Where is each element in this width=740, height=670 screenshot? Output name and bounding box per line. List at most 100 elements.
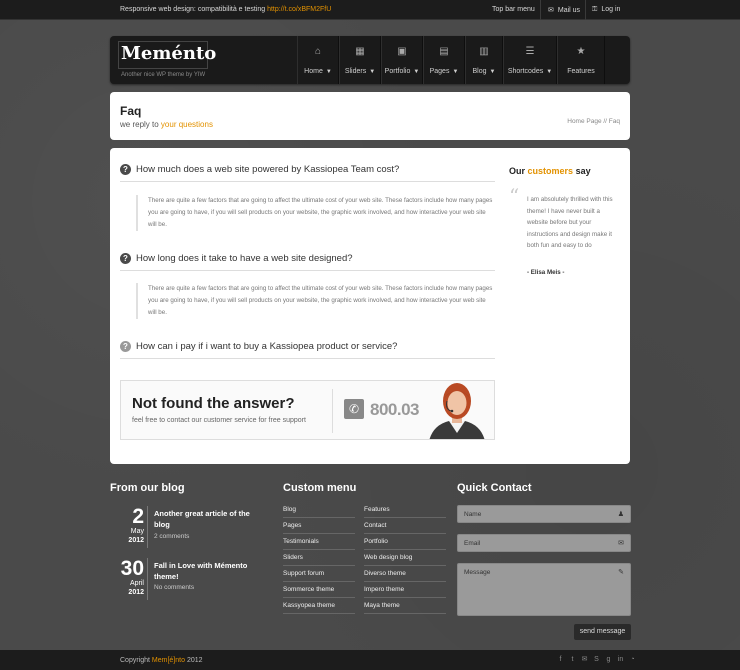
footer-menu-item[interactable]: Kassyopea theme [283,598,355,614]
support-banner-subtitle: feel free to contact our customer servic… [132,417,306,424]
home-icon: ⌂ [314,46,322,57]
nav-item-home[interactable]: ⌂ Home ▼ [297,36,339,84]
nav-item-pages[interactable]: ▤ Pages ▼ [423,36,465,84]
email-icon[interactable]: ✉ [580,655,589,664]
facebook-icon[interactable]: f [556,655,565,664]
tagline-link[interactable]: http://t.co/xBFM2FfU [267,6,331,13]
testimonial-title: Our customers say [509,166,624,176]
mail-us-link[interactable]: ✉ Mail us [548,6,580,14]
footer-quick-contact: Quick Contact Name ♟ Email ✉ Message ✎ s… [457,482,631,647]
login-label: Log in [601,6,621,13]
nav-item-label: Sliders ▼ [345,68,375,75]
breadcrumb[interactable]: Home Page // Faq [567,118,620,125]
nav-item-shortcodes[interactable]: ☰ Shortcodes ▼ [503,36,557,84]
blog-post[interactable]: 2 May 2012 Another great article of the … [110,506,260,550]
footer-menu-item[interactable]: Contact [364,518,446,534]
copyright-year: 2012 [186,657,203,664]
chevron-down-icon: ▼ [325,69,332,75]
site-header: Meménto Another nice WP theme by YIW ⌂ Ho… [110,36,630,84]
top-bar: Responsive web design: compatibilità e t… [0,0,740,20]
post-year: 2012 [128,537,144,544]
name-field[interactable]: Name ♟ [457,505,631,523]
star-icon: ★ [576,46,586,57]
google-plus-icon[interactable]: g [604,655,613,664]
chevron-down-icon: ▼ [413,69,420,75]
footer-blog: From our blog 2 May 2012 Another great a… [110,482,270,612]
phone-icon: ✆ [344,399,364,419]
nav-item-label: Shortcodes ▼ [508,68,552,75]
post-month: April [129,580,144,587]
faq-question-text: How long does it take to have a web site… [136,253,353,264]
post-divider [147,558,148,600]
user-icon: ♟ [617,511,624,518]
chevron-down-icon: ▼ [452,69,459,75]
linkedin-icon[interactable]: in [616,655,625,664]
blog-post[interactable]: 30 April 2012 Fall in Love with Mémento … [110,558,260,602]
nav-item-blog[interactable]: ▥ Blog ▼ [465,36,503,84]
top-bar-menu[interactable]: Top bar menu [492,6,535,13]
copyright-brand[interactable]: Mem[é]nto [152,657,185,664]
support-agent-image [419,381,494,439]
nav-item-portfolio[interactable]: ▣ Portfolio ▼ [381,36,423,84]
email-field[interactable]: Email ✉ [457,534,631,552]
footer-menu-item[interactable]: Maya theme [364,598,446,614]
support-banner[interactable]: Not found the answer? feel free to conta… [120,380,495,440]
topbar-divider [585,0,586,20]
faq-question-text: How much does a web site powered by Kass… [136,164,400,175]
post-day: 30 [120,557,144,580]
support-banner-title: Not found the answer? [132,395,295,412]
message-field[interactable]: Message ✎ [457,563,631,616]
footer-menu-item[interactable]: Diverso theme [364,566,446,582]
post-title[interactable]: Another great article of the blog [154,508,264,530]
footer-menu-right: Features Contact Portfolio Web design blog D… [364,502,446,614]
footer-menu-item[interactable]: Blog [283,502,355,518]
message-placeholder: Message [464,569,491,576]
nav-item-label: Pages ▼ [430,68,459,75]
banner-divider [332,389,333,433]
chevron-down-icon: ▼ [546,69,553,75]
footer-menu-item[interactable]: Sliders [283,550,355,566]
list-icon: ☰ [525,46,535,57]
post-year: 2012 [128,589,144,596]
image-icon: ▣ [397,46,407,57]
post-divider [147,506,148,548]
footer-menu-title: Custom menu [283,482,357,494]
login-link[interactable]: ⚿ Log in [592,6,620,14]
faq-answer: There are quite a few factors that are g… [136,195,494,231]
subtitle-highlight: your questions [160,120,213,129]
nav-label-text: Home [304,68,323,75]
post-date: 30 April 2012 [110,558,144,597]
site-logo[interactable]: Meménto Another nice WP theme by YIW [118,41,216,78]
nav-item-label: Blog ▼ [473,68,496,75]
post-title[interactable]: Fall in Love with Mémento theme! [154,560,264,582]
faq-question[interactable]: ? How much does a web site powered by Ka… [120,162,495,182]
faq-question[interactable]: ? How can i pay if i want to buy a Kassi… [120,339,495,359]
topbar-tagline: Responsive web design: compatibilità e t… [120,6,331,13]
footer-menu-item[interactable]: Sommerce theme [283,582,355,598]
footer-menu-item[interactable]: Pages [283,518,355,534]
footer-menu-item[interactable]: Features [364,502,446,518]
footer-menu-item[interactable]: Web design blog [364,550,446,566]
post-comments[interactable]: 2 comments [154,533,189,540]
subtitle-prefix: we reply to [120,120,159,129]
nav-label-text: Blog [472,68,487,75]
footer-menu-item[interactable]: Impero theme [364,582,446,598]
page-subtitle: we reply to your questions [120,120,213,129]
footer-blog-title: From our blog [110,482,185,494]
testimonial-text: I am absolutely thrilled with this theme… [527,196,613,249]
send-message-button[interactable]: send message [574,624,631,640]
testimonial-widget: Our customers say “ I am absolutely thri… [509,166,624,276]
footer-menu-item[interactable]: Testimonials [283,534,355,550]
nav-item-features[interactable]: ★ Features [557,36,605,84]
footer-menu-item[interactable]: Support forum [283,566,355,582]
nav-item-sliders[interactable]: ▦ Sliders ▼ [339,36,381,84]
twitter-icon[interactable]: t [568,655,577,664]
rss-icon[interactable]: ◔ [628,655,637,664]
testimonial-title-suffix: say [575,166,591,176]
nav-label-text: Pages [429,68,450,75]
faq-question[interactable]: ? How long does it take to have a web si… [120,251,495,271]
post-comments[interactable]: No comments [154,584,194,591]
skype-icon[interactable]: S [592,655,601,664]
testimonial-author: - Elisa Meis - [527,269,565,276]
footer-menu-item[interactable]: Portfolio [364,534,446,550]
